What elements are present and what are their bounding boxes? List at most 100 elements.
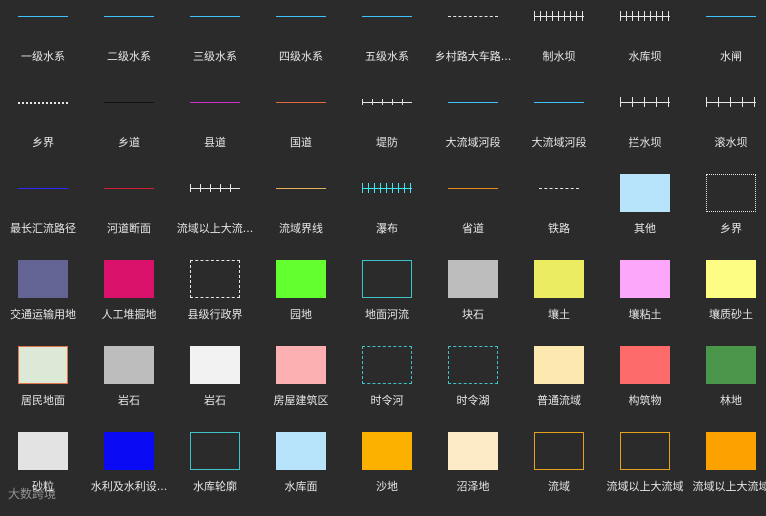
legend-item[interactable]: 壤粘土 [602, 258, 688, 344]
area-symbol [706, 346, 756, 384]
legend-item-label: 水库面 [258, 480, 344, 494]
legend-item[interactable]: 房屋建筑区 [258, 344, 344, 430]
area-symbol [190, 432, 240, 470]
legend-item[interactable]: 水库轮廓 [172, 430, 258, 516]
legend-item[interactable]: 一级水系 [0, 0, 86, 86]
legend-item[interactable]: 铁路 [516, 172, 602, 258]
legend-item-label: 壤质砂土 [688, 308, 766, 322]
legend-item[interactable]: 四级水系 [258, 0, 344, 86]
legend-item[interactable]: 滚水坝 [688, 86, 766, 172]
legend-item[interactable]: 五级水系 [344, 0, 430, 86]
legend-item[interactable]: 地面河流 [344, 258, 430, 344]
legend-item-label: 时令湖 [430, 394, 516, 408]
area-symbol [448, 260, 498, 298]
legend-item[interactable]: 时令河 [344, 344, 430, 430]
legend-item-label: 流域以上大流域 [688, 480, 766, 494]
legend-item-label: 砂粒 [0, 480, 86, 494]
line-symbol [104, 16, 154, 17]
legend-item[interactable]: 流域以上大流... [172, 172, 258, 258]
area-symbol [276, 346, 326, 384]
line-symbol [539, 188, 579, 189]
line-symbol [448, 188, 498, 189]
legend-item[interactable]: 县道 [172, 86, 258, 172]
legend-item[interactable]: 水利及水利设... [86, 430, 172, 516]
legend-item-label: 最长汇流路径 [0, 222, 86, 236]
line-symbol [18, 16, 68, 17]
legend-item[interactable]: 园地 [258, 258, 344, 344]
legend-item-label: 乡村路大车路... [430, 50, 516, 64]
legend-item[interactable]: 县级行政界 [172, 258, 258, 344]
legend-item[interactable]: 沼泽地 [430, 430, 516, 516]
area-symbol [448, 346, 498, 384]
legend-item-label: 地面河流 [344, 308, 430, 322]
legend-item[interactable]: 省道 [430, 172, 516, 258]
legend-item[interactable]: 水闸 [688, 0, 766, 86]
legend-item[interactable]: 岩石 [86, 344, 172, 430]
legend-item[interactable]: 壤质砂土 [688, 258, 766, 344]
line-symbol [620, 97, 670, 107]
legend-item-label: 构筑物 [602, 394, 688, 408]
legend-item[interactable]: 水库面 [258, 430, 344, 516]
legend-item[interactable]: 制水坝 [516, 0, 602, 86]
legend-item-label: 县道 [172, 136, 258, 150]
legend-item[interactable]: 拦水坝 [602, 86, 688, 172]
legend-item[interactable]: 国道 [258, 86, 344, 172]
legend-item[interactable]: 三级水系 [172, 0, 258, 86]
area-symbol [104, 432, 154, 470]
legend-item[interactable]: 块石 [430, 258, 516, 344]
legend-item[interactable]: 乡村路大车路... [430, 0, 516, 86]
area-symbol [706, 260, 756, 298]
area-symbol [706, 174, 756, 212]
legend-item[interactable]: 堤防 [344, 86, 430, 172]
legend-item[interactable]: 流域以上大流域 [688, 430, 766, 516]
legend-item[interactable]: 水库坝 [602, 0, 688, 86]
area-symbol [534, 432, 584, 470]
legend-item[interactable]: 砂粒 [0, 430, 86, 516]
legend-item[interactable]: 大流域河段 [430, 86, 516, 172]
area-symbol [448, 432, 498, 470]
legend-item-label: 岩石 [86, 394, 172, 408]
legend-item[interactable]: 乡界 [0, 86, 86, 172]
legend-item-label: 普通流域 [516, 394, 602, 408]
legend-item[interactable]: 流域界线 [258, 172, 344, 258]
legend-item[interactable]: 二级水系 [86, 0, 172, 86]
area-symbol [18, 432, 68, 470]
legend-item-label: 制水坝 [516, 50, 602, 64]
legend-item[interactable]: 构筑物 [602, 344, 688, 430]
legend-item-label: 其他 [602, 222, 688, 236]
line-symbol [104, 102, 154, 103]
legend-item-label: 水闸 [688, 50, 766, 64]
legend-item-label: 县级行政界 [172, 308, 258, 322]
line-symbol [448, 16, 498, 17]
legend-item-label: 水库轮廓 [172, 480, 258, 494]
legend-item-label: 大流域河段 [430, 136, 516, 150]
legend-item[interactable]: 交通运输用地 [0, 258, 86, 344]
legend-item-label: 流域 [516, 480, 602, 494]
area-symbol [104, 346, 154, 384]
legend-item[interactable]: 瀑布 [344, 172, 430, 258]
legend-item[interactable]: 林地 [688, 344, 766, 430]
legend-item[interactable]: 最长汇流路径 [0, 172, 86, 258]
area-symbol [276, 260, 326, 298]
legend-item-label: 省道 [430, 222, 516, 236]
legend-item-label: 流域以上大流... [172, 222, 258, 236]
area-symbol [534, 346, 584, 384]
legend-item[interactable]: 流域以上大流域 [602, 430, 688, 516]
legend-item[interactable]: 时令湖 [430, 344, 516, 430]
legend-item-label: 流域以上大流域 [602, 480, 688, 494]
legend-item[interactable]: 人工堆掘地 [86, 258, 172, 344]
legend-item[interactable]: 河道断面 [86, 172, 172, 258]
legend-item-label: 水利及水利设... [86, 480, 172, 494]
legend-item[interactable]: 流域 [516, 430, 602, 516]
legend-item[interactable]: 乡道 [86, 86, 172, 172]
legend-item[interactable]: 居民地面 [0, 344, 86, 430]
legend-item[interactable]: 沙地 [344, 430, 430, 516]
line-symbol [362, 99, 412, 105]
legend-item[interactable]: 乡界 [688, 172, 766, 258]
legend-item[interactable]: 普通流域 [516, 344, 602, 430]
legend-item[interactable]: 大流域河段 [516, 86, 602, 172]
legend-item-label: 沼泽地 [430, 480, 516, 494]
legend-item[interactable]: 其他 [602, 172, 688, 258]
legend-item[interactable]: 岩石 [172, 344, 258, 430]
legend-item[interactable]: 壤土 [516, 258, 602, 344]
